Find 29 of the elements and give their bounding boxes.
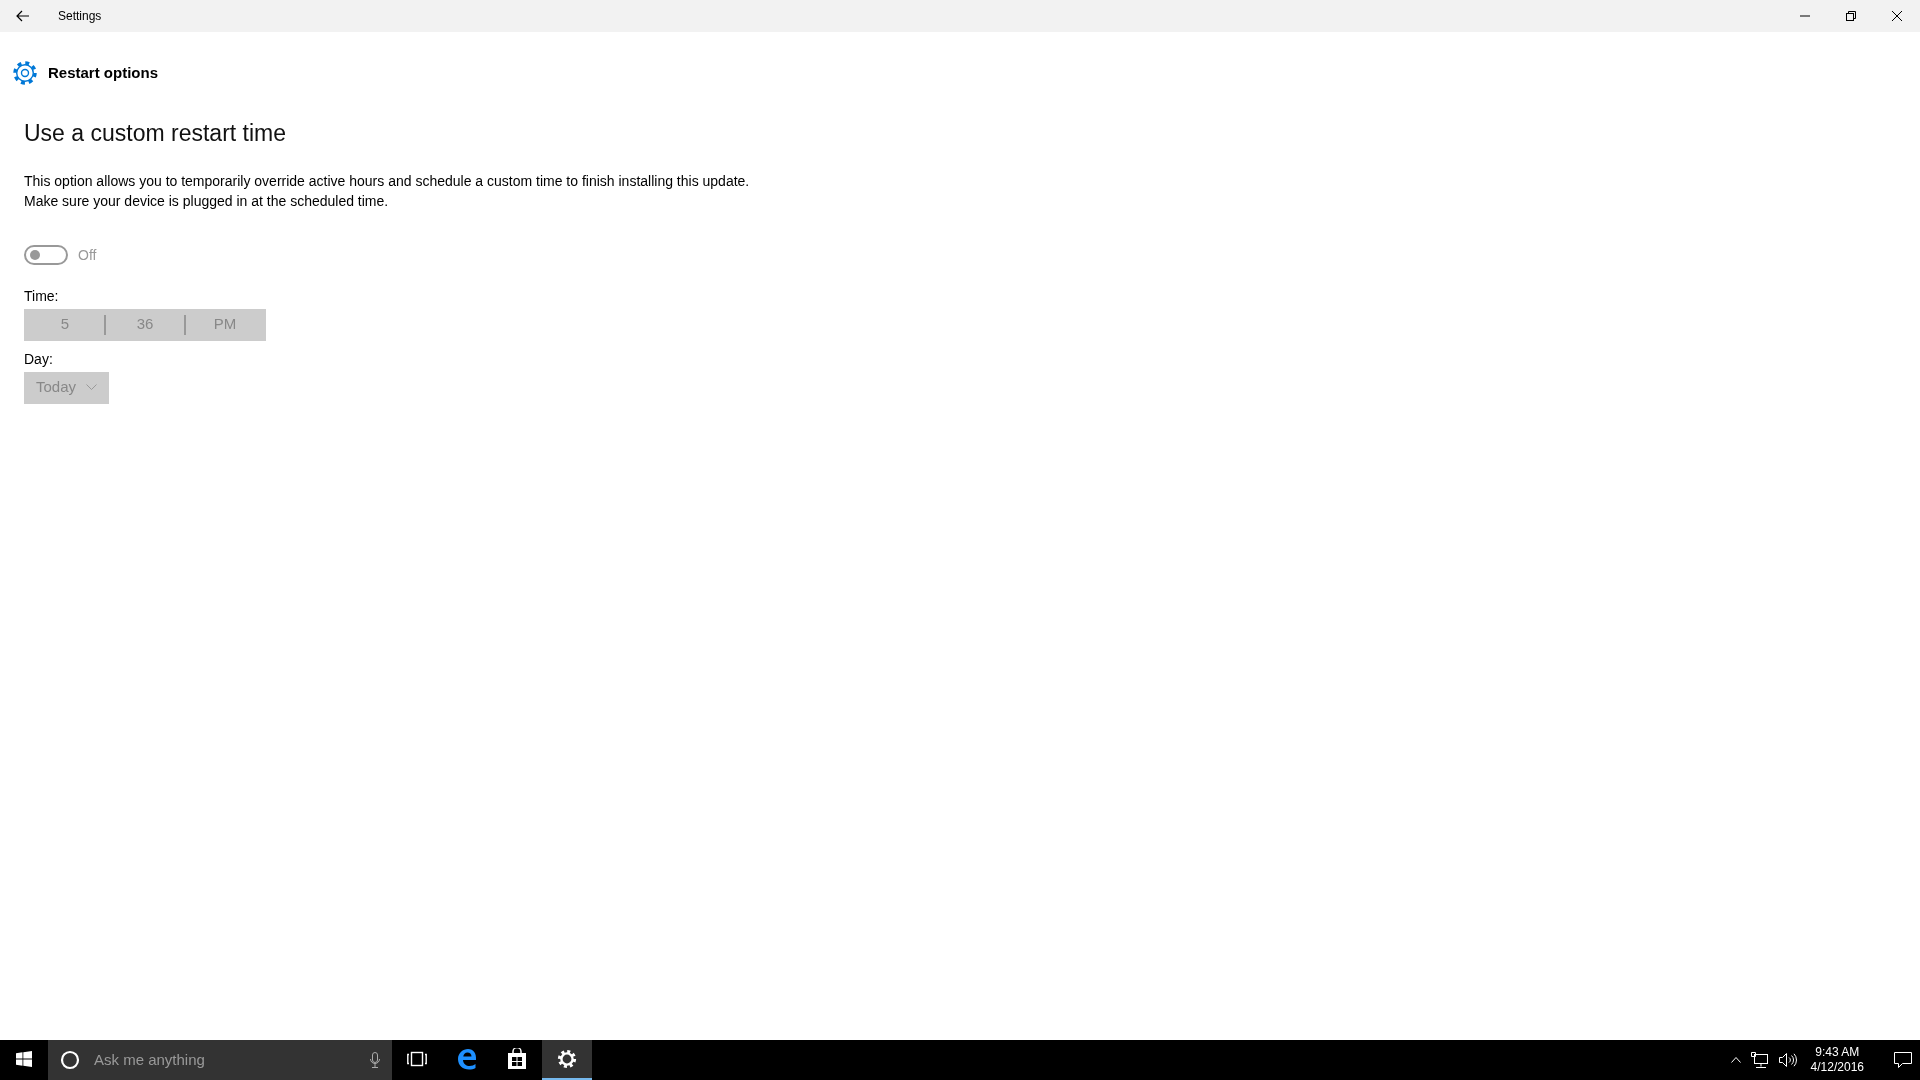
chevron-up-icon[interactable] [1730, 1057, 1741, 1063]
back-arrow-icon [16, 10, 30, 22]
notification-icon[interactable] [1894, 1052, 1912, 1068]
description-text: This option allows you to temporarily override active hours and schedule a custom time to finish installing this update. [24, 171, 751, 191]
time-label: Time: [24, 286, 60, 306]
close-icon [1892, 11, 1902, 21]
description-text: Make sure your device is plugged in at the scheduled time. [24, 191, 390, 211]
search-bar[interactable]: Ask me anything [48, 1040, 392, 1080]
day-label: Day: [24, 349, 54, 369]
section-heading: Use a custom restart time [24, 119, 288, 148]
chevron-down-icon [86, 384, 98, 391]
page-title: Restart options [48, 62, 158, 83]
windows-logo-icon [16, 1051, 32, 1067]
network-icon[interactable] [1750, 1052, 1769, 1068]
clock[interactable]: 9:43 AM 4/12/2016 [1806, 1044, 1868, 1076]
gear-icon [557, 1049, 577, 1069]
taskbar-app-button[interactable] [542, 1040, 592, 1080]
speaker-icon[interactable] [1778, 1053, 1797, 1067]
shopping-bag-icon [507, 1048, 527, 1070]
search-field[interactable]: Ask me anything [92, 1047, 358, 1073]
gear-icon [12, 60, 38, 86]
microphone-icon [370, 1052, 380, 1068]
circle-icon [60, 1050, 80, 1070]
toggle-label: Off [78, 245, 97, 265]
browser-e-icon [456, 1048, 478, 1070]
window-title: Settings [58, 8, 102, 25]
toggle-switch[interactable] [24, 245, 68, 265]
restore-icon [1846, 11, 1856, 21]
task-view-icon [407, 1051, 427, 1067]
